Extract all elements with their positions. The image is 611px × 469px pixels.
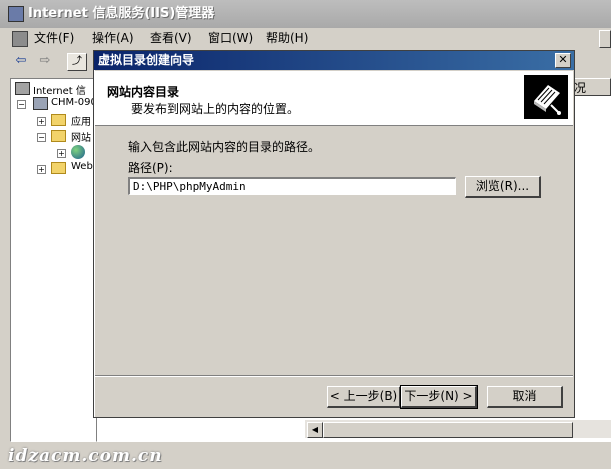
menu-action[interactable]: 操作(A) [92, 28, 134, 48]
tree-root-label[interactable]: Internet 信 [33, 82, 86, 97]
dialog-title: 虚拟目录创建向导 [98, 53, 195, 67]
tree-pane[interactable]: Internet 信 − CHM-090 + 应用 − 网站 + + Web [10, 78, 98, 442]
expand-icon[interactable]: + [37, 117, 46, 126]
tree-item-web-ext[interactable]: Web [71, 161, 93, 172]
website-globe-icon[interactable] [71, 145, 85, 159]
wizard-header: 网站内容目录 要发布到网站上的内容的位置。 [95, 71, 573, 126]
menu-window[interactable]: 窗口(W) [208, 28, 253, 48]
iis-app-icon [8, 6, 24, 22]
header-subtitle: 要发布到网站上的内容的位置。 [131, 102, 300, 116]
next-button[interactable]: 下一步(N) > [400, 385, 478, 409]
server-icon [33, 97, 48, 110]
footer-separator [95, 375, 573, 377]
instruction-text: 输入包含此网站内容的目录的路径。 [128, 140, 321, 154]
path-label: 路径(P): [128, 161, 173, 175]
menu-file[interactable]: 文件(F) [34, 28, 74, 48]
back-button[interactable]: < 上一步(B) [327, 386, 401, 408]
menu-help[interactable]: 帮助(H) [266, 28, 308, 48]
tree-item-websites[interactable]: 网站 [71, 129, 91, 144]
browse-button[interactable]: 浏览(R)... [465, 176, 541, 198]
header-title: 网站内容目录 [107, 85, 180, 99]
mdi-document-icon[interactable] [12, 31, 28, 47]
dialog-title-bar[interactable]: 虚拟目录创建向导 ✕ [94, 51, 574, 70]
main-title-bar[interactable]: Internet 信息服务(IIS)管理器 [0, 0, 611, 28]
mdi-restore-button[interactable] [599, 30, 611, 48]
expand-icon[interactable]: + [37, 165, 46, 174]
column-header[interactable]: 况 [571, 78, 611, 96]
window-title: Internet 信息服务(IIS)管理器 [28, 6, 215, 21]
folder-icon [51, 162, 66, 174]
folder-icon [51, 130, 66, 142]
tree-item-app-pools[interactable]: 应用 [71, 113, 91, 128]
back-arrow-icon[interactable]: ⇦ [12, 53, 30, 69]
path-input[interactable] [128, 177, 456, 195]
menu-view[interactable]: 查看(V) [150, 28, 192, 48]
collapse-icon[interactable]: − [17, 100, 26, 109]
scroll-left-icon[interactable]: ◀ [307, 422, 323, 438]
close-icon[interactable]: ✕ [555, 53, 571, 68]
iis-root-icon [15, 82, 30, 95]
expand-icon[interactable]: + [57, 149, 66, 158]
folder-icon [51, 114, 66, 126]
tree-server-label[interactable]: CHM-090 [51, 97, 97, 108]
scrollbar-thumb[interactable] [323, 422, 573, 438]
watermark-logo: idzacm.com.cn [8, 446, 163, 466]
collapse-icon[interactable]: − [37, 133, 46, 142]
virtual-directory-wizard: 虚拟目录创建向导 ✕ 网站内容目录 要发布到网站上的内容的位置。 输入包含此网站… [93, 50, 575, 418]
up-folder-icon[interactable]: ⤴ [67, 53, 87, 71]
forward-arrow-icon[interactable]: ⇨ [36, 53, 54, 69]
wizard-book-icon [524, 75, 568, 119]
cancel-button[interactable]: 取消 [487, 386, 563, 408]
